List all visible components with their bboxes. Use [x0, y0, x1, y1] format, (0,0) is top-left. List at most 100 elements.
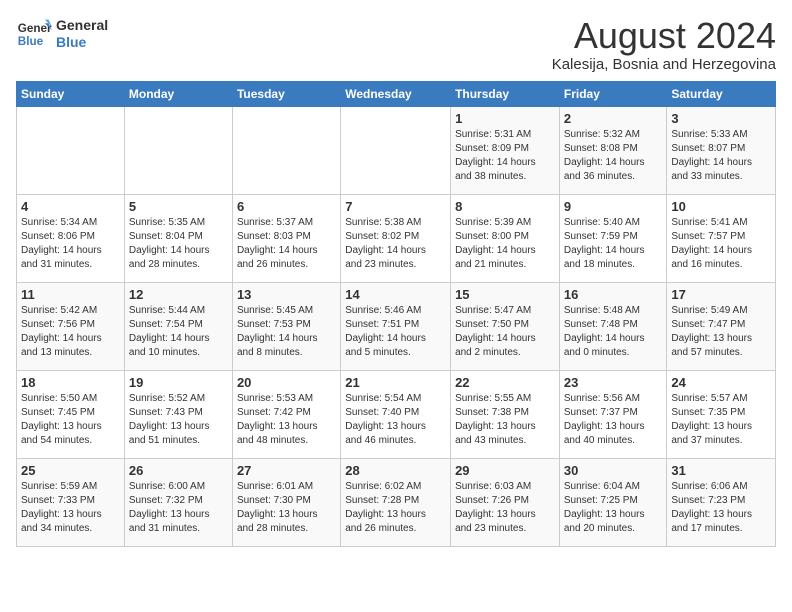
day-info: Sunrise: 5:49 AM Sunset: 7:47 PM Dayligh…	[671, 304, 771, 360]
calendar-cell: 24 Sunrise: 5:57 AM Sunset: 7:35 PM Dayli…	[667, 370, 776, 458]
calendar-cell: 31 Sunrise: 6:06 AM Sunset: 7:23 PM Dayli…	[667, 458, 776, 546]
weekday-header: Friday	[559, 81, 667, 106]
calendar-cell: 10 Sunrise: 5:41 AM Sunset: 7:57 PM Dayli…	[667, 194, 776, 282]
day-info: Sunrise: 5:45 AM Sunset: 7:53 PM Dayligh…	[237, 304, 336, 360]
day-number: 12	[129, 287, 228, 302]
calendar-cell: 21 Sunrise: 5:54 AM Sunset: 7:40 PM Dayli…	[341, 370, 451, 458]
page-header: General Blue General Blue August 2024 Ka…	[16, 16, 776, 73]
day-info: Sunrise: 5:33 AM Sunset: 8:07 PM Dayligh…	[671, 128, 771, 184]
calendar-cell: 11Sunrise: 5:42 AM Sunset: 7:56 PM Dayli…	[17, 282, 125, 370]
day-number: 19	[129, 375, 228, 390]
day-number: 29	[455, 463, 555, 478]
day-number: 23	[564, 375, 663, 390]
calendar-cell: 19Sunrise: 5:52 AM Sunset: 7:43 PM Dayli…	[124, 370, 232, 458]
day-info: Sunrise: 5:37 AM Sunset: 8:03 PM Dayligh…	[237, 216, 336, 272]
calendar-cell: 4Sunrise: 5:34 AM Sunset: 8:06 PM Daylig…	[17, 194, 125, 282]
day-number: 7	[345, 199, 446, 214]
day-number: 5	[129, 199, 228, 214]
day-info: Sunrise: 6:00 AM Sunset: 7:32 PM Dayligh…	[129, 480, 228, 536]
calendar-table: SundayMondayTuesdayWednesdayThursdayFrid…	[16, 81, 776, 547]
title-block: August 2024 Kalesija, Bosnia and Herzego…	[552, 16, 776, 73]
day-number: 31	[671, 463, 771, 478]
logo: General Blue General Blue	[16, 16, 108, 52]
day-number: 27	[237, 463, 336, 478]
weekday-header: Saturday	[667, 81, 776, 106]
calendar-cell: 3 Sunrise: 5:33 AM Sunset: 8:07 PM Daylig…	[667, 106, 776, 194]
day-info: Sunrise: 5:48 AM Sunset: 7:48 PM Dayligh…	[564, 304, 663, 360]
calendar-cell	[124, 106, 232, 194]
day-number: 6	[237, 199, 336, 214]
calendar-cell: 5 Sunrise: 5:35 AM Sunset: 8:04 PM Daylig…	[124, 194, 232, 282]
day-number: 13	[237, 287, 336, 302]
calendar-cell: 22Sunrise: 5:55 AM Sunset: 7:38 PM Dayli…	[451, 370, 560, 458]
day-info: Sunrise: 5:53 AM Sunset: 7:42 PM Dayligh…	[237, 392, 336, 448]
day-number: 10	[671, 199, 771, 214]
day-info: Sunrise: 5:56 AM Sunset: 7:37 PM Dayligh…	[564, 392, 663, 448]
day-info: Sunrise: 5:41 AM Sunset: 7:57 PM Dayligh…	[671, 216, 771, 272]
calendar-subtitle: Kalesija, Bosnia and Herzegovina	[552, 56, 776, 73]
day-info: Sunrise: 5:55 AM Sunset: 7:38 PM Dayligh…	[455, 392, 555, 448]
weekday-header: Sunday	[17, 81, 125, 106]
day-number: 14	[345, 287, 446, 302]
day-info: Sunrise: 5:50 AM Sunset: 7:45 PM Dayligh…	[21, 392, 120, 448]
logo-general: General	[56, 17, 108, 34]
calendar-cell: 13 Sunrise: 5:45 AM Sunset: 7:53 PM Dayli…	[232, 282, 340, 370]
calendar-cell: 30 Sunrise: 6:04 AM Sunset: 7:25 PM Dayli…	[559, 458, 667, 546]
day-info: Sunrise: 5:32 AM Sunset: 8:08 PM Dayligh…	[564, 128, 663, 184]
calendar-cell: 2 Sunrise: 5:32 AM Sunset: 8:08 PM Daylig…	[559, 106, 667, 194]
calendar-cell: 12 Sunrise: 5:44 AM Sunset: 7:54 PM Dayli…	[124, 282, 232, 370]
weekday-header: Thursday	[451, 81, 560, 106]
calendar-cell: 27 Sunrise: 6:01 AM Sunset: 7:30 PM Dayli…	[232, 458, 340, 546]
calendar-cell: 17 Sunrise: 5:49 AM Sunset: 7:47 PM Dayli…	[667, 282, 776, 370]
day-number: 15	[455, 287, 555, 302]
calendar-cell: 28 Sunrise: 6:02 AM Sunset: 7:28 PM Dayli…	[341, 458, 451, 546]
day-info: Sunrise: 6:01 AM Sunset: 7:30 PM Dayligh…	[237, 480, 336, 536]
svg-text:Blue: Blue	[18, 35, 44, 48]
day-number: 25	[21, 463, 120, 478]
calendar-title: August 2024	[552, 16, 776, 56]
calendar-cell: 16 Sunrise: 5:48 AM Sunset: 7:48 PM Dayli…	[559, 282, 667, 370]
calendar-cell	[17, 106, 125, 194]
day-number: 9	[564, 199, 663, 214]
day-info: Sunrise: 5:35 AM Sunset: 8:04 PM Dayligh…	[129, 216, 228, 272]
day-info: Sunrise: 6:02 AM Sunset: 7:28 PM Dayligh…	[345, 480, 446, 536]
day-number: 21	[345, 375, 446, 390]
day-info: Sunrise: 5:57 AM Sunset: 7:35 PM Dayligh…	[671, 392, 771, 448]
calendar-cell: 18 Sunrise: 5:50 AM Sunset: 7:45 PM Dayli…	[17, 370, 125, 458]
day-number: 16	[564, 287, 663, 302]
calendar-cell	[341, 106, 451, 194]
calendar-cell: 7 Sunrise: 5:38 AM Sunset: 8:02 PM Daylig…	[341, 194, 451, 282]
calendar-header: SundayMondayTuesdayWednesdayThursdayFrid…	[17, 81, 776, 106]
calendar-cell: 1Sunrise: 5:31 AM Sunset: 8:09 PM Daylig…	[451, 106, 560, 194]
day-info: Sunrise: 6:06 AM Sunset: 7:23 PM Dayligh…	[671, 480, 771, 536]
day-info: Sunrise: 5:46 AM Sunset: 7:51 PM Dayligh…	[345, 304, 446, 360]
day-number: 18	[21, 375, 120, 390]
day-info: Sunrise: 5:39 AM Sunset: 8:00 PM Dayligh…	[455, 216, 555, 272]
day-number: 30	[564, 463, 663, 478]
day-info: Sunrise: 5:38 AM Sunset: 8:02 PM Dayligh…	[345, 216, 446, 272]
calendar-cell: 20 Sunrise: 5:53 AM Sunset: 7:42 PM Dayli…	[232, 370, 340, 458]
day-number: 24	[671, 375, 771, 390]
calendar-cell: 23 Sunrise: 5:56 AM Sunset: 7:37 PM Dayli…	[559, 370, 667, 458]
day-number: 28	[345, 463, 446, 478]
weekday-header: Wednesday	[341, 81, 451, 106]
calendar-cell: 14 Sunrise: 5:46 AM Sunset: 7:51 PM Dayli…	[341, 282, 451, 370]
day-info: Sunrise: 5:40 AM Sunset: 7:59 PM Dayligh…	[564, 216, 663, 272]
day-info: Sunrise: 6:04 AM Sunset: 7:25 PM Dayligh…	[564, 480, 663, 536]
day-number: 1	[455, 111, 555, 126]
day-info: Sunrise: 5:44 AM Sunset: 7:54 PM Dayligh…	[129, 304, 228, 360]
calendar-cell: 29Sunrise: 6:03 AM Sunset: 7:26 PM Dayli…	[451, 458, 560, 546]
day-info: Sunrise: 5:54 AM Sunset: 7:40 PM Dayligh…	[345, 392, 446, 448]
day-info: Sunrise: 5:47 AM Sunset: 7:50 PM Dayligh…	[455, 304, 555, 360]
day-number: 3	[671, 111, 771, 126]
day-number: 17	[671, 287, 771, 302]
calendar-cell: 26Sunrise: 6:00 AM Sunset: 7:32 PM Dayli…	[124, 458, 232, 546]
day-info: Sunrise: 5:42 AM Sunset: 7:56 PM Dayligh…	[21, 304, 120, 360]
calendar-week-row: 1Sunrise: 5:31 AM Sunset: 8:09 PM Daylig…	[17, 106, 776, 194]
day-number: 20	[237, 375, 336, 390]
day-number: 2	[564, 111, 663, 126]
calendar-week-row: 25 Sunrise: 5:59 AM Sunset: 7:33 PM Dayli…	[17, 458, 776, 546]
day-info: Sunrise: 5:59 AM Sunset: 7:33 PM Dayligh…	[21, 480, 120, 536]
calendar-cell: 25 Sunrise: 5:59 AM Sunset: 7:33 PM Dayli…	[17, 458, 125, 546]
weekday-row: SundayMondayTuesdayWednesdayThursdayFrid…	[17, 81, 776, 106]
